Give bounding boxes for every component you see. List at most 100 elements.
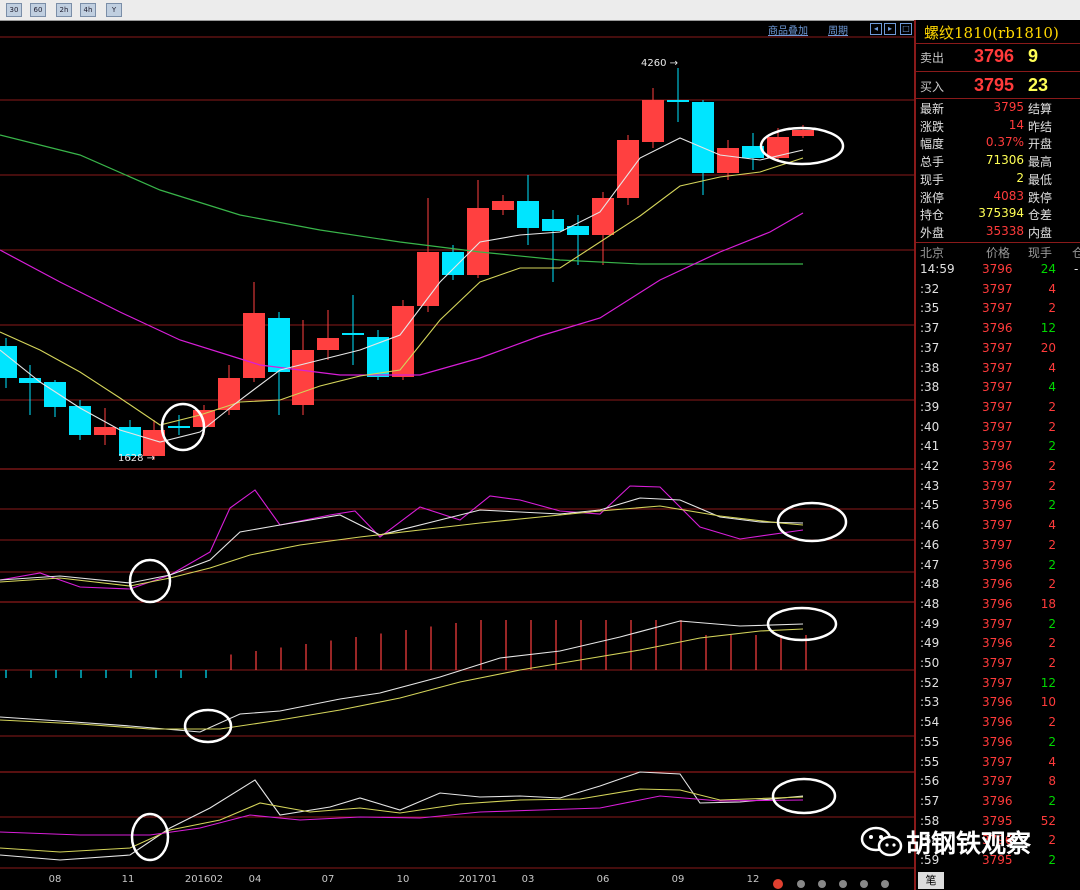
- candle-body: [119, 427, 141, 456]
- chart-area[interactable]: 4260 → 1628 → 08 11 201602 04 07 10 201701 03 06 09…: [0, 20, 914, 890]
- window-toggle-icon[interactable]: □: [900, 23, 912, 35]
- sell-qty: 9: [1028, 46, 1039, 66]
- tick-time: :45: [920, 498, 940, 513]
- tick-row[interactable]: :37 3797 20: [916, 341, 1080, 360]
- candle-body: [592, 198, 614, 235]
- tick-row[interactable]: :49 3796 2: [916, 636, 1080, 655]
- stat-right-label: 仓差: [1028, 208, 1053, 223]
- tick-time: :48: [920, 596, 940, 611]
- tick-row[interactable]: :54 3796 2: [916, 715, 1080, 734]
- ma-mid-line: [0, 157, 804, 426]
- tick-price: 3796: [982, 262, 1013, 276]
- tray-volume-icon: [860, 880, 868, 888]
- stat-right-label: 跌停: [1028, 190, 1053, 205]
- ticks-header-price: 价格: [986, 246, 1011, 260]
- candle-body: [317, 338, 339, 350]
- tick-row[interactable]: :53 3796 10: [916, 695, 1080, 714]
- shrink-left-icon[interactable]: ◂: [870, 23, 882, 35]
- watermark: 胡钢铁观察: [858, 820, 1048, 862]
- tick-row[interactable]: :38 3797 4: [916, 361, 1080, 380]
- tick-price: 3796: [982, 498, 1013, 513]
- stat-value: 35338: [985, 223, 1024, 238]
- tick-row[interactable]: :43 3797 2: [916, 479, 1080, 498]
- low-price-label: 1628 →: [118, 453, 155, 464]
- tick-qty: 2: [1048, 636, 1056, 651]
- tick-price: 3797: [982, 360, 1013, 375]
- tick-pos: -: [1074, 262, 1079, 276]
- tick-qty: 2: [1048, 734, 1056, 749]
- tick-price: 3797: [982, 774, 1013, 789]
- candle-body: [717, 148, 739, 173]
- tick-time: :42: [920, 459, 940, 473]
- tick-row[interactable]: :32 3797 4: [916, 282, 1080, 301]
- tick-price: 3797: [982, 399, 1013, 414]
- period-4h-button[interactable]: 4h: [80, 3, 96, 17]
- tick-row[interactable]: :41 3797 2: [916, 439, 1080, 458]
- tick-row[interactable]: 14:59 3796 24 -: [916, 262, 1080, 281]
- tick-qty: 4: [1048, 281, 1056, 296]
- tick-row[interactable]: :49 3797 2: [916, 617, 1080, 636]
- tick-row[interactable]: :37 3796 12: [916, 321, 1080, 340]
- tray-keyboard-icon: [797, 880, 805, 888]
- tick-row[interactable]: :52 3797 12: [916, 676, 1080, 695]
- annotation-circle: [128, 558, 172, 604]
- tick-row[interactable]: :40 3797 2: [916, 420, 1080, 439]
- tick-time: :47: [920, 557, 940, 572]
- tick-price: 3797: [982, 281, 1013, 296]
- tick-row[interactable]: :46 3797 2: [916, 538, 1080, 557]
- tick-time: :53: [920, 695, 940, 710]
- stat-value: 4083: [993, 188, 1024, 203]
- period-year-button[interactable]: Y: [106, 3, 122, 17]
- tick-row[interactable]: :47 3796 2: [916, 558, 1080, 577]
- tick-row[interactable]: :55 3796 2: [916, 735, 1080, 754]
- period-2h-button[interactable]: 2h: [56, 3, 72, 17]
- candle-body: [517, 201, 539, 228]
- trades-tab[interactable]: 笔: [918, 872, 944, 889]
- tick-row[interactable]: :39 3797 2: [916, 400, 1080, 419]
- candle-body: [168, 426, 190, 428]
- tick-qty: 2: [1048, 853, 1056, 867]
- indicator3-yellow-line: [0, 788, 804, 853]
- tick-qty: 2: [1048, 459, 1056, 473]
- tick-time: :35: [920, 301, 940, 316]
- tray-network-icon: [839, 880, 847, 888]
- tick-row[interactable]: :56 3797 8: [916, 774, 1080, 793]
- tick-row[interactable]: :45 3796 2: [916, 498, 1080, 517]
- tick-row[interactable]: :46 3797 4: [916, 518, 1080, 537]
- tick-time: 14:59: [920, 262, 955, 276]
- stat-row: 外盘 35338 内盘: [916, 224, 1080, 242]
- period-60-button[interactable]: 60: [30, 3, 46, 17]
- tick-row[interactable]: :42 3796 2: [916, 459, 1080, 478]
- tick-row[interactable]: :48 3796 2: [916, 577, 1080, 596]
- tick-price: 3796: [982, 577, 1013, 592]
- tick-row[interactable]: :48 3796 18: [916, 597, 1080, 616]
- period-link[interactable]: 周期: [828, 22, 848, 37]
- shrink-right-icon[interactable]: ▸: [884, 23, 896, 35]
- tick-price: 3797: [982, 380, 1013, 395]
- tick-time: :54: [920, 715, 940, 730]
- tick-row[interactable]: :50 3797 2: [916, 656, 1080, 675]
- tick-row[interactable]: :55 3797 4: [916, 755, 1080, 774]
- indicator3-magenta-line: [0, 795, 804, 836]
- period-30-button[interactable]: 30: [6, 3, 22, 17]
- stat-label: 总手: [920, 155, 945, 170]
- tick-qty: 10: [1040, 695, 1056, 710]
- tick-price: 3796: [982, 695, 1013, 710]
- x-axis-tick-label: 03: [522, 874, 535, 885]
- x-axis-tick-label: 09: [672, 874, 685, 885]
- tick-row[interactable]: :38 3797 4: [916, 380, 1080, 399]
- tick-qty: 2: [1048, 557, 1056, 572]
- high-price-label: 4260 →: [641, 58, 678, 69]
- candle-body: [342, 333, 364, 335]
- indicator1-yellow-line: [0, 505, 804, 587]
- tick-price: 3797: [982, 754, 1013, 769]
- candle-body: [69, 406, 91, 435]
- tick-row[interactable]: :57 3796 2: [916, 794, 1080, 813]
- tick-row[interactable]: :35 3797 2: [916, 301, 1080, 320]
- kline-chart[interactable]: 4260 → 1628 → 08 11 201602 04 07 10 201701 03 06 09…: [0, 20, 914, 890]
- tick-qty: 2: [1048, 577, 1056, 592]
- tick-time: :38: [920, 360, 940, 375]
- tray-app-icon: [773, 879, 783, 889]
- tick-time: :50: [920, 656, 940, 670]
- overlay-link[interactable]: 商品叠加: [768, 22, 808, 37]
